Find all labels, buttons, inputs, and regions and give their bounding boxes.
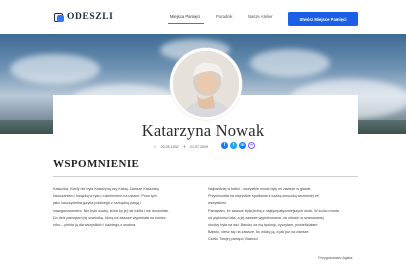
nav-item-poradnik[interactable]: Poradnik (216, 14, 233, 19)
memory-line: roku – piekła ją dla wszystkich i każdeg… (53, 223, 137, 228)
memory-line: Kasiuńka. Kiedy nie była Katarzyną czy K… (53, 187, 160, 191)
create-memorial-button[interactable]: Stwórz Miejsce Pamięci (288, 12, 358, 26)
memory-line: Pamiętam, że zawsze była jedną z najsymp… (208, 208, 339, 213)
share-buttons: f t m ∞ (221, 142, 255, 149)
person-name: Katarzyna Nowak (141, 121, 265, 140)
logo[interactable]: ODESZLI (54, 12, 113, 22)
birth-date: 20.05.1932 (160, 144, 179, 149)
memory-line: Cześć Twojej pamięci, Babciu! (208, 237, 258, 242)
memory-line: Najbardziej w babci - wszystkie wnuki by… (208, 187, 312, 191)
logo-mark-icon (54, 12, 64, 22)
messenger-icon[interactable]: m (239, 142, 246, 149)
twitter-icon[interactable]: t (230, 142, 237, 149)
memory-line: okolicy była na wsi. Bardzo za nią tęskn… (208, 223, 318, 228)
memory-line: Babciu, ciesz się na zawsze, bo widzę ją… (208, 230, 310, 235)
death-cross-icon: ✝ (182, 144, 186, 149)
link-icon[interactable]: ∞ (248, 142, 255, 149)
memory-line: Przychodziła na wszystkie spotkania z ka… (208, 194, 319, 199)
site-header: ODESZLI Miejsca Pamięci Poradnik Nasze A… (0, 0, 406, 34)
section-title: WSPOMNIENIE (53, 158, 140, 170)
death-date: 21.07.2009 (189, 144, 208, 149)
avatar (170, 48, 242, 120)
memory-line: Nauczaniem i książką w ręku i uśmiechem … (53, 194, 157, 199)
logo-text: ODESZLI (67, 12, 114, 22)
facebook-icon[interactable]: f (221, 142, 228, 149)
birth-star-icon: ☆ (153, 144, 157, 149)
life-dates: ☆ 20.05.1932 ✝ 21.07.2009 (153, 144, 208, 149)
memory-text-left: Kasiuńka. Kiedy nie była Katarzyną czy K… (53, 186, 193, 229)
memory-text-right: Najbardziej w babci - wszystkie wnuki by… (208, 186, 356, 244)
memory-line: od piękności lata, a jej zawsze wypinkow… (208, 215, 324, 220)
memory-line: Do dziś pamiętam jej szarlotkę, którą na… (53, 215, 166, 220)
memory-signature: Przygotowało Agata (318, 255, 353, 260)
memory-line: wszystkimi. (208, 201, 227, 206)
memory-line: zaangażowaniem. Nie było osoby, która by… (53, 208, 169, 213)
nav-item-nasze-atelier[interactable]: Nasze Atelier (248, 14, 273, 19)
memory-line: jako nauczycielka języka polskiego z roz… (53, 201, 141, 206)
divider (53, 176, 358, 177)
nav-active-indicator (168, 23, 204, 24)
nav-item-miejsca-pamieci[interactable]: Miejsca Pamięci (170, 14, 200, 19)
